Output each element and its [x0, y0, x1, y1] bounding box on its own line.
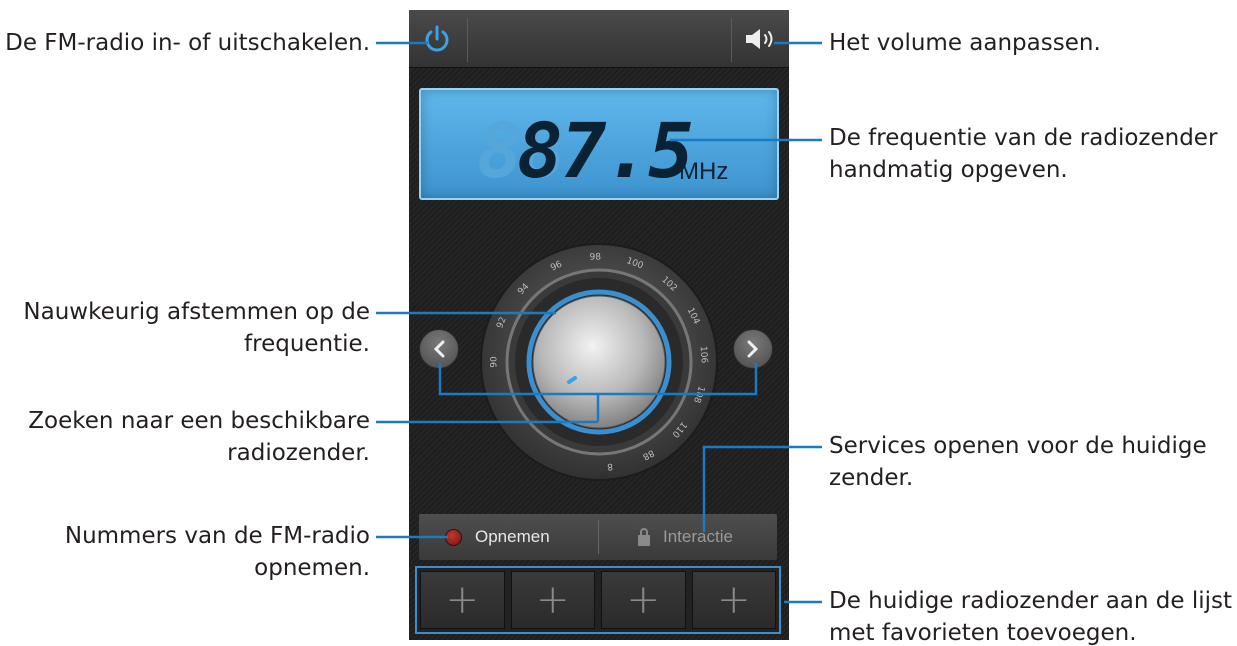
record-icon — [445, 529, 462, 546]
chevron-right-icon — [747, 340, 759, 358]
annotation-record: Nummers van de FM-radio opnemen. — [64, 523, 370, 581]
annotation-frequency: De frequentie van de radiozender handmat… — [829, 125, 1218, 183]
volume-button[interactable] — [735, 15, 787, 63]
frequency-value: 87.5 — [517, 106, 694, 195]
record-label: Opnemen — [475, 527, 550, 546]
annotation-finetune: Nauwkeurig afstemmen op de frequentie. — [23, 299, 370, 357]
plus-icon: + — [445, 577, 479, 623]
favorite-slot-2[interactable]: + — [510, 571, 595, 629]
favorites-bar: + + + + — [415, 566, 781, 634]
plus-icon: + — [626, 577, 660, 623]
top-bar — [409, 10, 789, 68]
speaker-icon — [746, 29, 773, 49]
annotation-volume: Het volume aanpassen. — [829, 30, 1101, 56]
favorite-slot-4[interactable]: + — [691, 571, 776, 629]
annotation-services: Services openen voor de huidige zender. — [829, 433, 1207, 491]
annotation-power: De FM-radio in- of uitschakelen. — [5, 30, 370, 56]
interaction-label: Interactie — [663, 527, 733, 546]
plus-icon: + — [535, 577, 570, 623]
dial-tick-label: 90 — [490, 356, 500, 368]
previous-frequency-button[interactable] — [419, 329, 459, 369]
tuning-dial[interactable]: 9092949698 100102104106108110888 — [479, 242, 719, 482]
dial-tick-label: 106 — [698, 346, 709, 364]
fm-radio-screen: 88 87.5 MHz 90 92 94 96 98 100 102 104 106 108 110… — [409, 10, 789, 640]
frequency-display[interactable]: 88 87.5 MHz — [419, 88, 779, 200]
top-bar-separator — [731, 18, 732, 62]
action-bar: Opnemen Interactie — [419, 514, 777, 560]
next-frequency-button[interactable] — [733, 329, 773, 369]
tuning-knob — [532, 295, 666, 429]
lock-icon — [638, 528, 650, 546]
power-button[interactable] — [411, 15, 463, 63]
interaction-button[interactable]: Interactie — [599, 514, 777, 560]
favorite-slot-1[interactable]: + — [420, 571, 505, 629]
favorite-slot-3[interactable]: + — [601, 571, 686, 629]
power-icon — [425, 25, 449, 52]
top-bar-separator — [467, 18, 468, 62]
record-button[interactable]: Opnemen — [419, 514, 598, 560]
chevron-left-icon — [433, 340, 445, 358]
dial-tick-label: 98 — [589, 252, 601, 262]
plus-icon: + — [716, 577, 751, 623]
annotation-favorites: De huidige radiozender aan de lijst met … — [829, 588, 1233, 646]
frequency-unit: MHz — [679, 158, 729, 185]
annotation-search: Zoeken naar een beschikbare radiozender. — [28, 408, 370, 466]
